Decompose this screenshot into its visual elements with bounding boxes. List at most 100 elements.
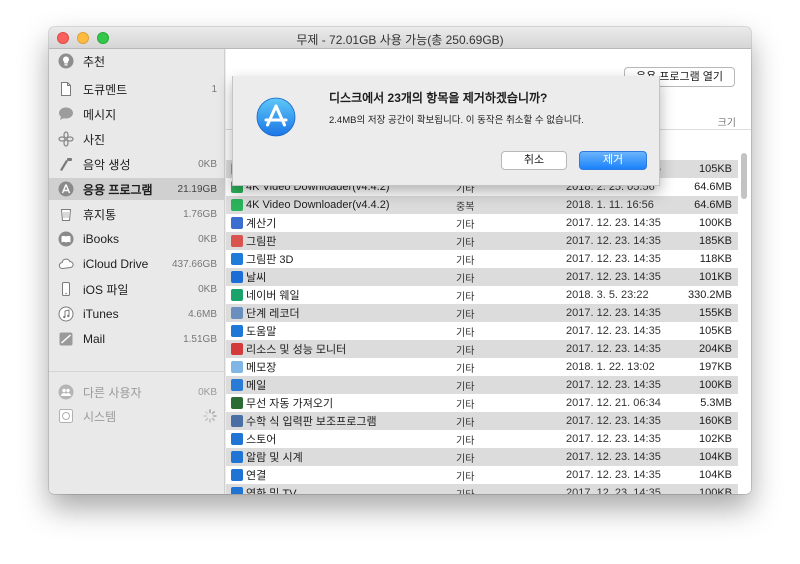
app-size: 100KB: [698, 379, 732, 391]
app-size: 160KB: [698, 415, 732, 427]
app-date: 2017. 12. 23. 14:35: [566, 235, 661, 247]
sidebar-item-recommendations[interactable]: 추천: [49, 50, 225, 72]
sidebar-item-photos[interactable]: 사진: [49, 128, 225, 150]
sidebar-item-label: 음악 생성: [83, 157, 131, 172]
sidebar-item-icloud-drive[interactable]: iCloud Drive 437.66GB: [49, 253, 225, 275]
table-row[interactable]: 메일 기타 2017. 12. 23. 14:35 100KB: [226, 376, 738, 394]
app-store-icon: [58, 181, 74, 197]
table-row[interactable]: 계산기 기타 2017. 12. 23. 14:35 100KB: [226, 214, 738, 232]
users-icon: [58, 384, 74, 400]
sidebar-item-label: 휴지통: [83, 207, 117, 222]
app-size: 204KB: [698, 343, 732, 355]
sidebar-item-messages[interactable]: 메시지: [49, 103, 225, 125]
app-date: 2017. 12. 23. 14:35: [566, 433, 661, 445]
itunes-icon: [58, 306, 74, 322]
app-icon: [231, 487, 243, 494]
sidebar-item-other-users[interactable]: 다른 사용자 0KB: [49, 381, 225, 403]
app-date: 2017. 12. 23. 14:35: [566, 343, 661, 355]
photos-icon: [58, 131, 74, 147]
sidebar-item-size: 0KB: [198, 283, 217, 295]
app-icon: [231, 307, 243, 319]
sidebar-item-mail[interactable]: Mail 1.51GB: [49, 328, 225, 350]
sidebar-item-music-creation[interactable]: 음악 생성 0KB: [49, 153, 225, 175]
table-row[interactable]: 무선 자동 가져오기 기타 2017. 12. 21. 06:34 5.3MB: [226, 394, 738, 412]
sidebar-item-size: 21.19GB: [177, 183, 217, 195]
app-date: 2017. 12. 23. 14:35: [566, 271, 661, 283]
app-date: 2017. 12. 23. 14:35: [566, 487, 661, 494]
table-row[interactable]: 도움말 기타 2017. 12. 23. 14:35 105KB: [226, 322, 738, 340]
sidebar-item-label: iCloud Drive: [83, 257, 149, 271]
messages-icon: [58, 106, 74, 122]
sidebar-item-ibooks[interactable]: iBooks 0KB: [49, 228, 225, 250]
sidebar-item-size: 1.76GB: [183, 208, 217, 220]
sidebar-item-applications[interactable]: 응용 프로그램 21.19GB: [49, 178, 225, 200]
dialog-title: 디스크에서 23개의 항목을 제거하겠습니까?: [329, 91, 548, 105]
table-row[interactable]: 4K Video Downloader(v4.4.2) 중복 2018. 1. 11…: [226, 196, 738, 214]
table-row[interactable]: 단계 레코더 기타 2017. 12. 23. 14:35 155KB: [226, 304, 738, 322]
app-size: 104KB: [698, 469, 732, 481]
sidebar-item-label: 사진: [83, 132, 106, 147]
sidebar-item-trash[interactable]: 휴지통 1.76GB: [49, 203, 225, 225]
app-date: 2017. 12. 23. 14:35: [566, 325, 661, 337]
document-icon: [58, 81, 74, 97]
table-row[interactable]: 알람 및 시계 기타 2017. 12. 23. 14:35 104KB: [226, 448, 738, 466]
app-icon: [231, 361, 243, 373]
app-size: 101KB: [698, 271, 732, 283]
table-row[interactable]: 스토어 기타 2017. 12. 23. 14:35 102KB: [226, 430, 738, 448]
app-icon: [231, 451, 243, 463]
app-name: 메모장: [246, 362, 277, 374]
app-size: 64.6MB: [694, 199, 732, 211]
app-icon: [231, 235, 243, 247]
size-column-header[interactable]: 크기: [696, 114, 736, 129]
table-row[interactable]: 영화 및 TV 기타 2017. 12. 23. 14:35 100KB: [226, 484, 738, 494]
app-date: 2017. 12. 23. 14:35: [566, 307, 661, 319]
sidebar-item-label: 도큐멘트: [83, 82, 128, 97]
table-row[interactable]: 네이버 웨일 기타 2018. 3. 5. 23:22 330.2MB: [226, 286, 738, 304]
sidebar-item-label: 다른 사용자: [83, 385, 142, 400]
sidebar-item-label: iOS 파일: [83, 282, 129, 297]
table-row[interactable]: 리소스 및 성능 모니터 기타 2017. 12. 23. 14:35 204KB: [226, 340, 738, 358]
app-name: 그림판: [246, 236, 277, 248]
sidebar-item-size: 0KB: [198, 158, 217, 170]
title-bar: 무제 - 72.01GB 사용 가능(총 250.69GB): [49, 27, 751, 49]
app-icon: [231, 253, 243, 265]
app-icon: [231, 415, 243, 427]
app-size: 118KB: [699, 253, 732, 265]
sidebar-item-label: 시스템: [83, 409, 117, 424]
app-size: 102KB: [698, 433, 732, 445]
app-size: 185KB: [698, 235, 732, 247]
table-row[interactable]: 연결 기타 2017. 12. 23. 14:35 104KB: [226, 466, 738, 484]
app-icon: [231, 271, 243, 283]
app-size: 64.6MB: [694, 181, 732, 193]
sidebar-item-documents[interactable]: 도큐멘트 1: [49, 78, 225, 100]
app-kind: 기타: [456, 381, 475, 393]
table-row[interactable]: 수학 식 입력판 보조프로그램 기타 2017. 12. 23. 14:35 160K…: [226, 412, 738, 430]
sidebar: 추천 도큐멘트 1 메시지 사진 음악 생성 0KB 응용 프로그램 21.19…: [49, 49, 225, 494]
system-icon: [58, 408, 74, 424]
table-row[interactable]: 그림판 기타 2017. 12. 23. 14:35 185KB: [226, 232, 738, 250]
sidebar-item-size: 1.51GB: [183, 333, 217, 345]
app-kind: 기타: [456, 345, 475, 357]
table-row[interactable]: 메모장 기타 2018. 1. 22. 13:02 197KB: [226, 358, 738, 376]
mail-icon: [58, 331, 74, 347]
sidebar-item-system[interactable]: 시스템: [49, 405, 225, 427]
sidebar-item-label: 추천: [83, 54, 106, 69]
app-kind: 기타: [456, 309, 475, 321]
app-date: 2018. 1. 22. 13:02: [566, 361, 655, 373]
app-name: 날씨: [246, 272, 267, 284]
remove-button[interactable]: 제거: [579, 151, 647, 170]
app-kind: 기타: [456, 219, 475, 231]
app-size: 197KB: [698, 361, 732, 373]
window-title: 무제 - 72.01GB 사용 가능(총 250.69GB): [296, 33, 504, 47]
sidebar-item-ios-files[interactable]: iOS 파일 0KB: [49, 278, 225, 300]
vertical-scrollbar[interactable]: [741, 153, 747, 199]
cancel-button[interactable]: 취소: [501, 151, 567, 170]
sidebar-item-label: 메시지: [83, 107, 117, 122]
app-kind: 기타: [456, 417, 475, 429]
app-name: 무선 자동 가져오기: [246, 398, 334, 410]
table-row[interactable]: 그림판 3D 기타 2017. 12. 23. 14:35 118KB: [226, 250, 738, 268]
app-date: 2017. 12. 23. 14:35: [566, 469, 661, 481]
table-row[interactable]: 날씨 기타 2017. 12. 23. 14:35 101KB: [226, 268, 738, 286]
app-kind: 기타: [456, 486, 474, 495]
sidebar-item-itunes[interactable]: iTunes 4.6MB: [49, 303, 225, 325]
